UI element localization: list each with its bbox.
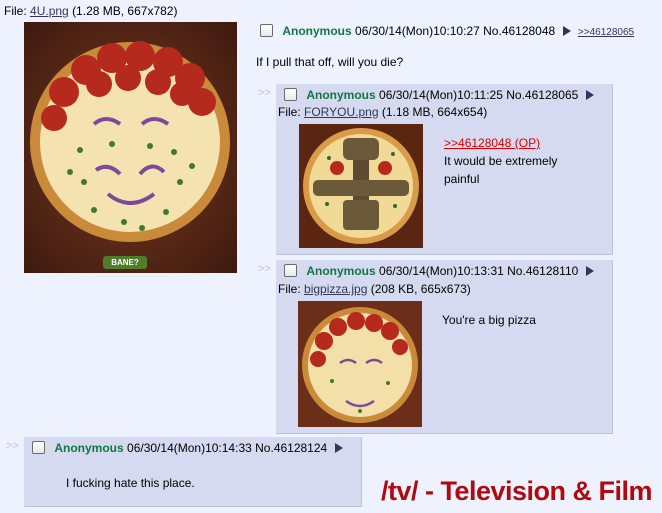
reply-menu-arrow-icon[interactable] — [334, 443, 343, 453]
reply-quote-link[interactable]: >>46128048 (OP) — [444, 136, 540, 150]
reply-post-number[interactable]: No.46128124 — [255, 441, 327, 455]
reply-datetime: 06/30/14(Mon)10:13:31 — [379, 264, 504, 278]
op-thumb-badge: BANE? — [111, 258, 139, 267]
reply-post-46128065: Anonymous 06/30/14(Mon)10:11:25 No.46128… — [276, 84, 613, 255]
reply-header: Anonymous 06/30/14(Mon)10:14:33 No.46128… — [32, 441, 343, 455]
op-poster-name: Anonymous — [282, 24, 352, 38]
op-post-header: Anonymous 06/30/14(Mon)10:10:27 No.46128… — [260, 24, 634, 38]
reply-pizza-image — [298, 301, 422, 427]
reply-file-label: File: — [278, 105, 301, 119]
reply-post-number[interactable]: No.46128110 — [507, 264, 578, 278]
reply-poster-name: Anonymous — [54, 441, 124, 455]
reply-thumbnail[interactable] — [298, 301, 422, 427]
op-file-meta: (1.28 MB, 667x782) — [72, 4, 178, 18]
op-file-link[interactable]: 4U.png — [30, 4, 69, 18]
reply-select-checkbox[interactable] — [284, 88, 297, 101]
reply-header: Anonymous 06/30/14(Mon)10:11:25 No.46128… — [284, 88, 594, 102]
op-comment: If I pull that off, will you die? — [256, 55, 404, 69]
op-pizza-image — [24, 22, 237, 273]
reply-file-link[interactable]: bigpizza.jpg — [304, 282, 367, 296]
reply-post-46128124: Anonymous 06/30/14(Mon)10:14:33 No.46128… — [24, 437, 362, 507]
reply-header: Anonymous 06/30/14(Mon)10:13:31 No.46128… — [284, 264, 594, 278]
board-title: /tv/ - Television & Film — [380, 476, 653, 506]
reply-file-meta: (208 KB, 665x673) — [370, 282, 471, 296]
reply-poster-name: Anonymous — [306, 264, 376, 278]
reply-file-info: File: FORYOU.png (1.18 MB, 664x654) — [278, 105, 487, 119]
reply-poster-name: Anonymous — [306, 88, 376, 102]
reply-select-checkbox[interactable] — [284, 264, 297, 277]
op-post-number[interactable]: No.46128048 — [483, 24, 555, 38]
reply-comment: I fucking hate this place. — [66, 476, 195, 490]
op-file-label: File: — [4, 4, 27, 18]
op-backlink[interactable]: >>46128065 — [578, 27, 634, 38]
reply-datetime: 06/30/14(Mon)10:11:25 — [379, 88, 503, 102]
reply-side-arrows: >> — [258, 263, 271, 275]
reply-menu-arrow-icon[interactable] — [585, 266, 594, 276]
op-select-checkbox[interactable] — [260, 24, 273, 37]
reply-post-46128110: Anonymous 06/30/14(Mon)10:13:31 No.46128… — [276, 260, 613, 434]
reply-side-arrows: >> — [6, 440, 19, 452]
reply-file-meta: (1.18 MB, 664x654) — [381, 105, 488, 119]
reply-file-label: File: — [278, 282, 301, 296]
reply-datetime: 06/30/14(Mon)10:14:33 — [127, 441, 252, 455]
reply-pizza-image — [299, 124, 423, 248]
op-datetime: 06/30/14(Mon)10:10:27 — [355, 24, 480, 38]
reply-menu-arrow-icon[interactable] — [585, 90, 594, 100]
reply-select-checkbox[interactable] — [32, 441, 45, 454]
op-menu-arrow-icon[interactable] — [562, 26, 571, 36]
thread-page: File: 4U.png (1.28 MB, 667x782) BANE? An… — [0, 0, 662, 513]
op-thumbnail[interactable]: BANE? — [24, 22, 237, 273]
reply-file-link[interactable]: FORYOU.png — [304, 105, 378, 119]
reply-comment: You're a big pizza — [442, 313, 536, 327]
reply-thumbnail[interactable] — [299, 124, 423, 248]
reply-file-info: File: bigpizza.jpg (208 KB, 665x673) — [278, 282, 471, 296]
reply-comment: It would be extremely painful — [444, 154, 558, 186]
reply-side-arrows: >> — [258, 87, 271, 99]
reply-post-number[interactable]: No.46128065 — [506, 88, 578, 102]
op-file-info: File: 4U.png (1.28 MB, 667x782) — [4, 4, 177, 18]
